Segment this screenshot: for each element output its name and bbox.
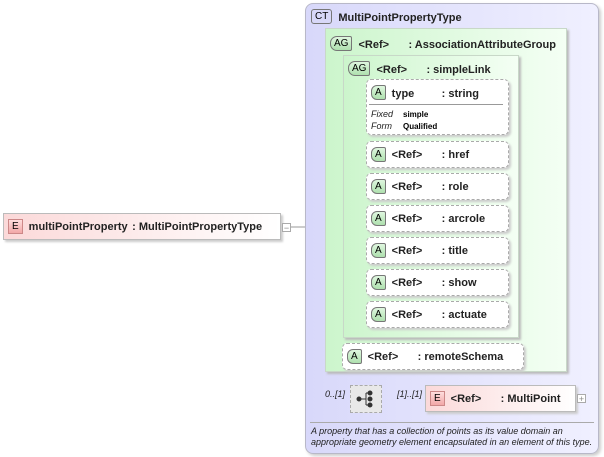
attribute-name: type — [391, 88, 415, 100]
element-name: multiPointProperty — [28, 220, 128, 233]
attribute-type-value: : string — [441, 88, 479, 100]
ref-label: <Ref> — [391, 180, 423, 193]
attribute-badge: A — [371, 307, 386, 322]
element-type: : MultiPointPropertyType — [132, 220, 263, 233]
root-element-multipointproperty[interactable]: E multiPointProperty : MultiPointPropert… — [3, 213, 281, 240]
group-name: : AssociationAttributeGroup — [408, 39, 556, 51]
ref-label: <Ref> — [391, 212, 423, 225]
group-name: : simpleLink — [426, 64, 491, 76]
element-badge: E — [8, 219, 23, 234]
attribute-name: : actuate — [441, 308, 487, 321]
ref-label: <Ref> — [391, 148, 423, 161]
attribute-badge: A — [347, 349, 362, 364]
ref-label: <Ref> — [358, 39, 390, 51]
description-divider — [310, 422, 594, 423]
attribute-badge: A — [371, 147, 386, 162]
form-value: Qualified — [403, 122, 438, 131]
ref-label: <Ref> — [376, 64, 408, 76]
attribute-href[interactable]: A <Ref> : href — [366, 141, 509, 168]
element-badge: E — [430, 391, 445, 406]
fixed-label: Fixed — [371, 109, 394, 119]
ref-label: <Ref> — [391, 276, 423, 289]
attribute-name: : show — [441, 276, 477, 289]
complex-type-name: MultiPointPropertyType — [338, 12, 462, 24]
attribute-role[interactable]: A <Ref> : role — [366, 173, 509, 200]
fixed-value: simple — [403, 110, 429, 119]
expand-toggle[interactable]: + — [577, 394, 586, 404]
ref-label: <Ref> — [367, 350, 399, 363]
collapse-toggle[interactable]: − — [282, 223, 291, 233]
attribute-type[interactable]: Atype : string Fixed simple Form Qualified — [366, 79, 509, 135]
attribute-name: : href — [441, 148, 470, 161]
attribute-arcrole[interactable]: A <Ref> : arcrole — [366, 205, 509, 232]
attribute-badge: A — [371, 275, 386, 290]
complex-type-badge: CT — [311, 9, 333, 25]
description-text: A property that has a collection of poin… — [311, 426, 593, 447]
attribute-actuate[interactable]: A <Ref> : actuate — [366, 301, 509, 328]
element-multipoint[interactable]: E <Ref> : MultiPoint — [425, 385, 576, 412]
attribute-name: : remoteSchema — [417, 350, 504, 363]
attribute-name: : title — [441, 244, 468, 257]
attribute-badge: A — [371, 243, 386, 258]
attribute-badge: A — [371, 85, 386, 101]
attribute-group-badge: AG — [348, 61, 371, 77]
ref-label: <Ref> — [391, 244, 423, 257]
form-label: Form — [371, 121, 392, 131]
sequence-occurrence: 0..[1] — [325, 389, 346, 399]
ref-label: <Ref> — [450, 392, 482, 405]
attribute-group-badge: AG — [330, 36, 353, 52]
element-name: : MultiPoint — [500, 392, 561, 405]
attribute-show[interactable]: A <Ref> : show — [366, 269, 509, 296]
attribute-title[interactable]: A <Ref> : title — [366, 237, 509, 264]
attribute-badge: A — [371, 179, 386, 194]
attribute-badge: A — [371, 211, 386, 226]
ref-label: <Ref> — [391, 308, 423, 321]
attribute-name: : arcrole — [441, 212, 486, 225]
child-occurrence: [1]..[1] — [397, 389, 423, 399]
attribute-name: : role — [441, 180, 469, 193]
sequence-icon[interactable] — [350, 385, 382, 413]
attribute-remoteschema[interactable]: A <Ref> : remoteSchema — [342, 343, 524, 370]
